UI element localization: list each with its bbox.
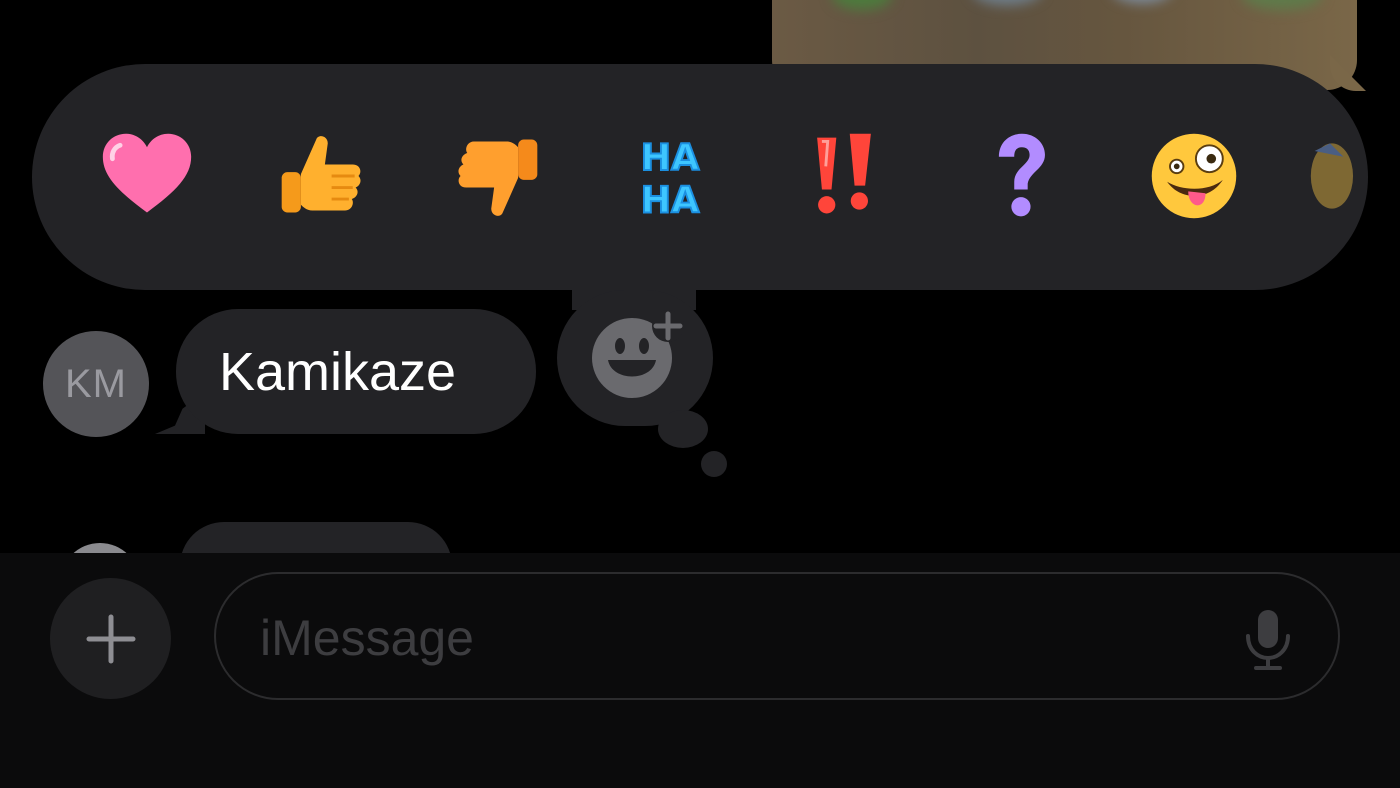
reaction-more[interactable] (1300, 126, 1360, 226)
reaction-thumbs-up[interactable] (272, 126, 372, 226)
haha-text-top: HA (641, 136, 701, 179)
thumbs-up-icon (281, 136, 361, 213)
question-icon (998, 133, 1045, 217)
thumbs-down-icon (458, 139, 538, 216)
haha-icon: HA HA (640, 135, 701, 222)
imessage-screen: HA HA KM Kamikaze iMessage (0, 0, 1400, 788)
reaction-question[interactable] (970, 126, 1070, 226)
plus-icon (86, 614, 135, 663)
reaction-haha[interactable]: HA HA (620, 126, 720, 226)
microphone-icon[interactable] (1242, 608, 1294, 672)
zany-face-icon (1151, 133, 1237, 219)
partial-emoji-icon (1310, 143, 1354, 209)
double-exclamation-icon (817, 133, 871, 214)
emoji-add-icon[interactable] (590, 310, 690, 400)
message-text: Kamikaze (219, 342, 457, 402)
message-input[interactable] (258, 602, 1222, 674)
reaction-thumbs-down[interactable] (447, 126, 547, 226)
add-emoji-bubble-trail (658, 410, 708, 448)
reaction-emphasize[interactable] (794, 126, 894, 226)
avatar[interactable]: KM (43, 331, 149, 437)
reaction-zany-face[interactable] (1144, 126, 1244, 226)
add-attachment-button[interactable] (50, 578, 171, 699)
add-emoji-bubble-dot (701, 451, 727, 477)
avatar-initials: KM (65, 361, 127, 406)
reaction-heart[interactable] (97, 126, 197, 226)
heart-icon (102, 133, 192, 213)
haha-text-bottom: HA (641, 178, 701, 221)
